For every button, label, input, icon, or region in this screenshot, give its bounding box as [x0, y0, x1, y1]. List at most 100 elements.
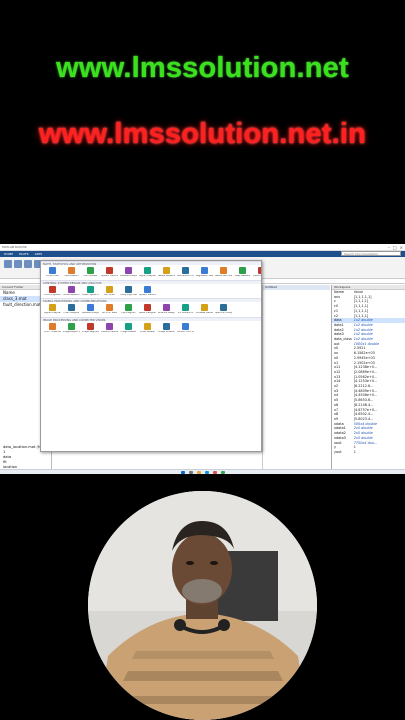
app-label: Video Labeler	[140, 330, 155, 333]
app-tile[interactable]: Video Labeler	[139, 322, 156, 334]
app-label: Image Browser	[158, 330, 175, 333]
search-taskbar-icon[interactable]	[188, 470, 193, 474]
maximize-icon[interactable]: □	[393, 245, 397, 250]
app-label: Signal Analyzer	[139, 275, 156, 277]
app-tile[interactable]: Wireless Waveform	[196, 304, 213, 315]
app-tile[interactable]: Wavelet Analyzer	[120, 267, 137, 278]
app-tile[interactable]: Fuzzy Logic Designer	[120, 285, 137, 297]
app-icon	[220, 304, 227, 312]
app-tile[interactable]: Image Segmenter	[82, 322, 99, 334]
matlab-screenshot: MATLAB R2023b – □ × HOME PLOTS APPS Sear…	[0, 244, 405, 474]
app-tile[interactable]: Control System Designer	[44, 285, 61, 297]
app-tile[interactable]: System Identification	[139, 285, 156, 297]
app-label: Image Region Analyzer	[63, 330, 80, 333]
variable-value: 1	[353, 449, 356, 454]
app-icon	[87, 304, 94, 312]
minimize-icon[interactable]: –	[388, 245, 390, 250]
workspace-pane: Workspace Name Value ans [1,1,1,1,1] c [1,1…	[331, 285, 405, 474]
app-tile[interactable]: Linear System Analyzer	[82, 285, 99, 297]
app-icon[interactable]	[220, 470, 225, 474]
app-label: Signal Analyzer	[44, 312, 61, 315]
window-title: MATLAB R2023b	[2, 245, 27, 249]
app-tile[interactable]: Deep Network	[234, 267, 251, 278]
app-icon	[144, 322, 151, 330]
app-label: Fuzzy Logic Designer	[120, 293, 137, 296]
tab-apps[interactable]: APPS	[35, 252, 43, 256]
app-tile[interactable]: Neural Net Clustering	[215, 267, 232, 278]
app-icon	[182, 322, 189, 330]
app-tile[interactable]: Radar Designer	[139, 304, 156, 315]
app-tile[interactable]: Ground Truth Labeler	[177, 322, 194, 334]
app-label: Ground Truth Labeler	[177, 330, 194, 333]
app-icon	[125, 285, 132, 293]
website-banner-bottom: www.lmssolution.net.in	[38, 118, 367, 150]
app-icon	[182, 267, 189, 274]
app-icon	[87, 267, 94, 274]
app-tile[interactable]: Experiment Manager	[253, 267, 262, 278]
search-input[interactable]: Search Documentation	[341, 251, 401, 256]
get-more-apps-icon[interactable]	[14, 260, 22, 268]
app-tile[interactable]: Signal Analyzer	[44, 304, 61, 315]
folder-icon[interactable]	[196, 470, 201, 474]
app-icon	[106, 322, 113, 330]
app-tile[interactable]: Optimization	[63, 267, 80, 278]
app-tile[interactable]: Camera Calibrator	[101, 322, 118, 334]
apps-row: Color ThresholderImage Region AnalyzerIm…	[41, 321, 261, 336]
app-label: Distribution Fitter	[177, 275, 194, 277]
app-tile[interactable]: Signal Analyzer	[139, 267, 156, 278]
start-icon[interactable]	[180, 470, 185, 474]
app-label: Neural Net Clustering	[215, 275, 232, 277]
variable-name: yout	[334, 449, 342, 454]
app-label: Control System Designer	[44, 293, 61, 296]
matlab-icon[interactable]	[212, 470, 217, 474]
design-app-icon[interactable]	[4, 260, 12, 268]
app-tile[interactable]: Distribution Fitter	[177, 267, 194, 278]
app-label: PDE Modeler	[83, 275, 98, 277]
app-tile[interactable]: Spectrum Analyzer	[215, 304, 232, 315]
presenter-portrait	[88, 491, 317, 720]
app-tile[interactable]: Bit Error Rate	[101, 304, 118, 315]
app-label: Regression Learner	[196, 275, 213, 277]
apps-gallery: MATH, STATISTICS AND OPTIMIZATION Curve F…	[40, 260, 262, 452]
install-app-icon[interactable]	[24, 260, 32, 268]
app-tile[interactable]: Filter Designer	[63, 304, 80, 315]
app-icon	[144, 285, 151, 293]
app-label: Radar Designer	[139, 312, 156, 315]
app-tile[interactable]: Model Reducer	[63, 285, 80, 297]
tab-home[interactable]: HOME	[4, 252, 13, 256]
app-label: Camera Calibrator	[101, 330, 118, 333]
app-tile[interactable]: Neural Network	[158, 267, 175, 278]
app-icon	[125, 322, 132, 330]
app-icon	[49, 304, 56, 312]
app-tile[interactable]: Antenna Designer	[158, 304, 175, 315]
app-label: PID Tuner	[104, 293, 115, 296]
app-tile[interactable]: Curve Fitter	[44, 267, 61, 278]
app-tile[interactable]: Wavelet Analyzer	[82, 304, 99, 315]
app-tile[interactable]: Eye Diagram	[120, 304, 137, 315]
app-icon	[163, 267, 170, 274]
app-tile[interactable]: PDE Modeler	[82, 267, 99, 278]
app-label: LTE Waveform	[177, 312, 194, 315]
window-controls: – □ ×	[388, 245, 403, 250]
app-tile[interactable]: Image Browser	[158, 322, 175, 334]
website-banner-top: www.lmssolution.net	[56, 52, 349, 84]
app-tile[interactable]: Regression Learner	[196, 267, 213, 278]
app-icon	[106, 285, 113, 293]
app-icon	[106, 304, 113, 312]
apps-row: Curve Fitter Optimization PDE Modeler Syste…	[41, 265, 261, 280]
app-tile[interactable]: Color Thresholder	[44, 322, 61, 334]
tab-plots[interactable]: PLOTS	[19, 252, 28, 256]
app-label: Antenna Designer	[158, 312, 175, 315]
apps-row: Signal Analyzer Filter Designer Wavelet An…	[41, 302, 261, 317]
app-tile[interactable]: LTE Waveform	[177, 304, 194, 315]
app-label: Experiment Manager	[253, 275, 262, 277]
app-tile[interactable]: System Identification	[101, 267, 118, 278]
app-tile[interactable]: Image Region Analyzer	[63, 322, 80, 334]
app-tile[interactable]: Image Labeler	[120, 322, 137, 334]
close-icon[interactable]: ×	[400, 245, 403, 250]
editor-tab[interactable]: Untitled	[263, 285, 330, 290]
app-icon	[68, 304, 75, 312]
browser-icon[interactable]	[204, 470, 209, 474]
app-tile[interactable]: PID Tuner	[101, 285, 118, 297]
workspace-row[interactable]: yout 1	[332, 450, 405, 455]
